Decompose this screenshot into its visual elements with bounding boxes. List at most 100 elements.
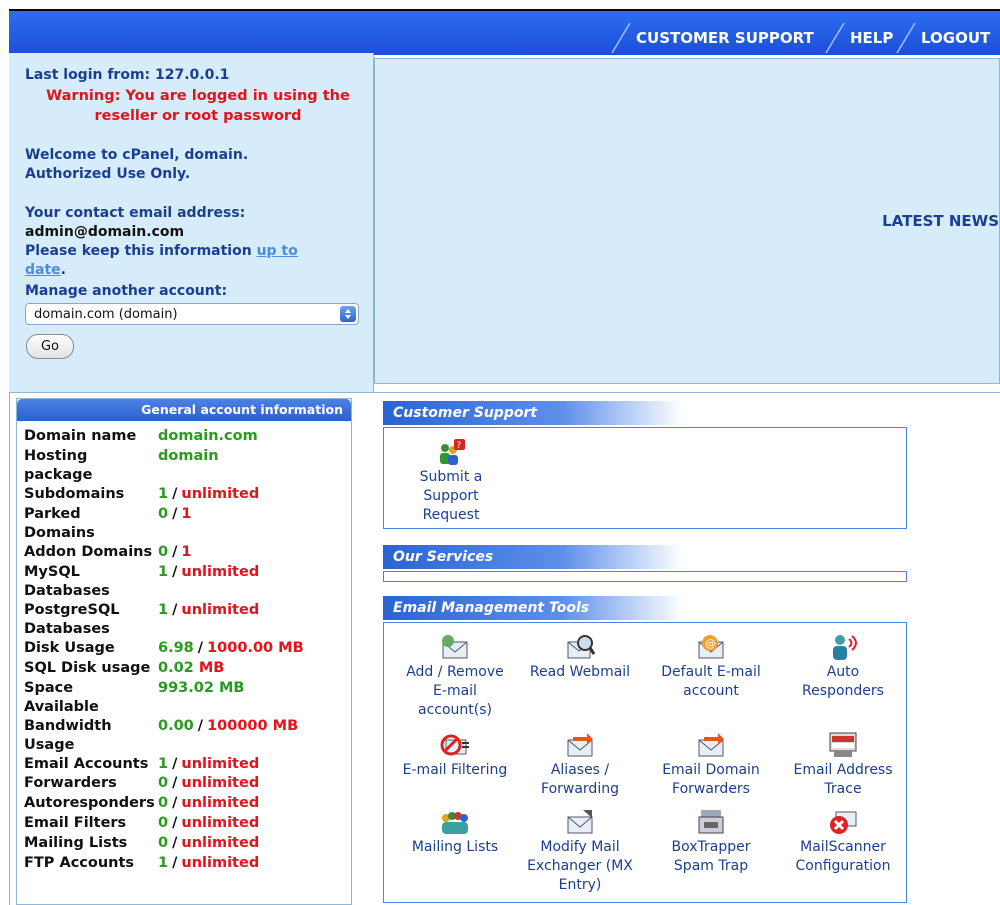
tab-divider-icon	[825, 23, 845, 53]
account-info-limit: 1	[181, 543, 192, 560]
account-select[interactable]: domain.com (domain)	[25, 303, 359, 325]
email-tool-label: E-mail	[433, 683, 477, 699]
email-tool-label: Mailing Lists	[411, 839, 499, 855]
account-info-used: 0	[158, 505, 169, 522]
account-info-used: 993.02 MB	[158, 679, 245, 696]
account-info-limit: unlimited	[181, 835, 260, 852]
email-tool-e-mail-filtering[interactable]: E-mail Filtering	[390, 731, 520, 780]
account-info-value: 0/unlimited	[158, 834, 259, 853]
account-info-label-line: Forwarders	[24, 775, 117, 792]
account-info-limit: unlimited	[181, 485, 260, 502]
svg-text:?: ?	[457, 441, 462, 451]
account-info-value: 0/unlimited	[158, 794, 259, 813]
account-info-separator: /	[172, 563, 178, 580]
account-select-value: domain.com (domain)	[34, 307, 178, 322]
warning-line-1: Warning: You are logged in using the	[46, 88, 350, 104]
customer-support-section-header: Customer Support	[383, 401, 683, 425]
email-tool-auto[interactable]: Auto Responders	[778, 633, 908, 701]
account-info-label: Email Accounts	[24, 755, 156, 774]
account-info-limit: unlimited	[181, 795, 260, 812]
go-button[interactable]: Go	[26, 334, 74, 359]
support-request-icon: ?	[440, 439, 465, 465]
boxtrapper-icon	[698, 810, 724, 834]
email-tool-label: Responders	[802, 683, 884, 699]
account-info-label: MySQL Databases	[24, 563, 156, 601]
our-services-section-box	[383, 571, 907, 582]
account-info-limit: 1000.00 MB	[207, 639, 304, 656]
nav-help[interactable]: HELP	[824, 23, 893, 53]
account-info-label: Forwarders	[24, 774, 156, 793]
email-tool-email-domain[interactable]: Email Domain Forwarders	[646, 731, 776, 799]
account-info-value: 0/1	[158, 505, 191, 524]
account-info-used: 0	[158, 775, 169, 792]
email-tool-modify-mail[interactable]: Modify Mail Exchanger (MX Entry)	[515, 808, 645, 895]
nav-logout[interactable]: LOGOUT	[895, 23, 990, 53]
contact-email-value: admin@domain.com	[25, 224, 185, 240]
account-info-used: 0.02	[158, 659, 194, 676]
warning-line-2: reseller or root password	[94, 108, 302, 124]
account-info-separator: /	[172, 815, 178, 832]
envelope-add-icon	[442, 635, 468, 659]
account-info-limit: unlimited	[181, 601, 260, 618]
account-info-label: Parked Domains	[24, 505, 156, 543]
mail-filter-icon	[440, 734, 469, 756]
left-border-line	[9, 393, 10, 905]
email-tool-email-address[interactable]: Email Address Trace	[778, 731, 908, 799]
tab-divider-icon	[896, 23, 916, 53]
at-envelope-icon: @	[698, 635, 724, 659]
latest-news-title: LATEST NEWS	[882, 212, 999, 230]
account-info-label: FTP Accounts	[24, 854, 156, 873]
account-info-value: 1/unlimited	[158, 854, 259, 873]
update-contact-link[interactable]: up to	[257, 243, 298, 259]
email-tool-mailscanner[interactable]: MailScanner Configuration	[778, 808, 908, 876]
account-info-value: domain.com	[158, 427, 258, 446]
account-info-value: 0/unlimited	[158, 774, 259, 793]
account-info-label: Disk Usage	[24, 639, 156, 658]
email-tool-label: Aliases /	[550, 762, 610, 778]
mailscanner-icon	[830, 811, 857, 834]
email-tool-label: BoxTrapper	[671, 839, 751, 855]
account-info-label-line: Available	[24, 698, 99, 715]
email-tool-label: Configuration	[795, 858, 891, 874]
email-tool-label: Forwarding	[541, 781, 619, 797]
account-info-label: SQL Disk usage	[24, 659, 156, 678]
update-contact-link-cont[interactable]: date	[25, 262, 61, 278]
email-tool-mailing-lists[interactable]: Mailing Lists	[390, 808, 520, 857]
account-info-limit: unlimited	[181, 855, 260, 871]
account-info-label-line: Autoresponders	[24, 795, 155, 812]
account-info-label-line: Parked	[24, 505, 81, 522]
last-login-text: Last login from: 127.0.0.1	[25, 67, 230, 83]
email-tool-default-e-mail[interactable]: @ Default E-mail account	[646, 633, 776, 701]
general-account-info-header: General account information	[17, 399, 351, 421]
general-account-info-panel: General account information Domain name d…	[16, 398, 352, 905]
account-info-label-line: Subdomains	[24, 485, 125, 502]
account-info-label-line: Disk Usage	[24, 639, 115, 656]
contact-email-label: Your contact email address:	[25, 205, 246, 221]
account-info-used: 1	[158, 601, 169, 618]
account-info-separator: /	[172, 855, 178, 871]
frame-top	[9, 0, 1000, 9]
submit-support-request-item[interactable]: ? Submit a Support Request	[386, 438, 516, 525]
account-info-separator: /	[172, 775, 178, 792]
nav-customer-support[interactable]: CUSTOMER SUPPORT	[610, 23, 814, 53]
account-info-used: 1	[158, 563, 169, 580]
svg-text:@: @	[705, 637, 716, 650]
account-info-used: 0	[158, 815, 169, 832]
account-info-value: 1/unlimited	[158, 601, 259, 620]
account-info-limit: unlimited	[181, 815, 260, 832]
email-tool-add-remove[interactable]: Add / Remove E-mail account(s)	[390, 633, 520, 720]
email-tool-read-webmail[interactable]: Read Webmail	[515, 633, 645, 682]
email-tool-boxtrapper[interactable]: BoxTrapper Spam Trap	[646, 808, 776, 876]
item-label-1: Submit a	[419, 469, 483, 485]
top-navigation-bar: CUSTOMER SUPPORT HELP LOGOUT	[9, 9, 1000, 55]
account-info-label-line: Email Filters	[24, 815, 127, 832]
account-info-label-line: Domains	[24, 524, 95, 541]
keep-info-prefix: Please keep this information	[25, 243, 257, 259]
account-info-used: 0	[158, 835, 169, 852]
account-info-label-line: Usage	[24, 736, 75, 753]
email-tool-aliases[interactable]: Aliases / Forwarding	[515, 731, 645, 799]
account-info-limit: 1	[181, 505, 192, 522]
account-info-used: 0	[158, 543, 169, 560]
nav-help-label: HELP	[850, 29, 894, 47]
account-info-value: 0.00/100000 MB	[158, 717, 298, 736]
